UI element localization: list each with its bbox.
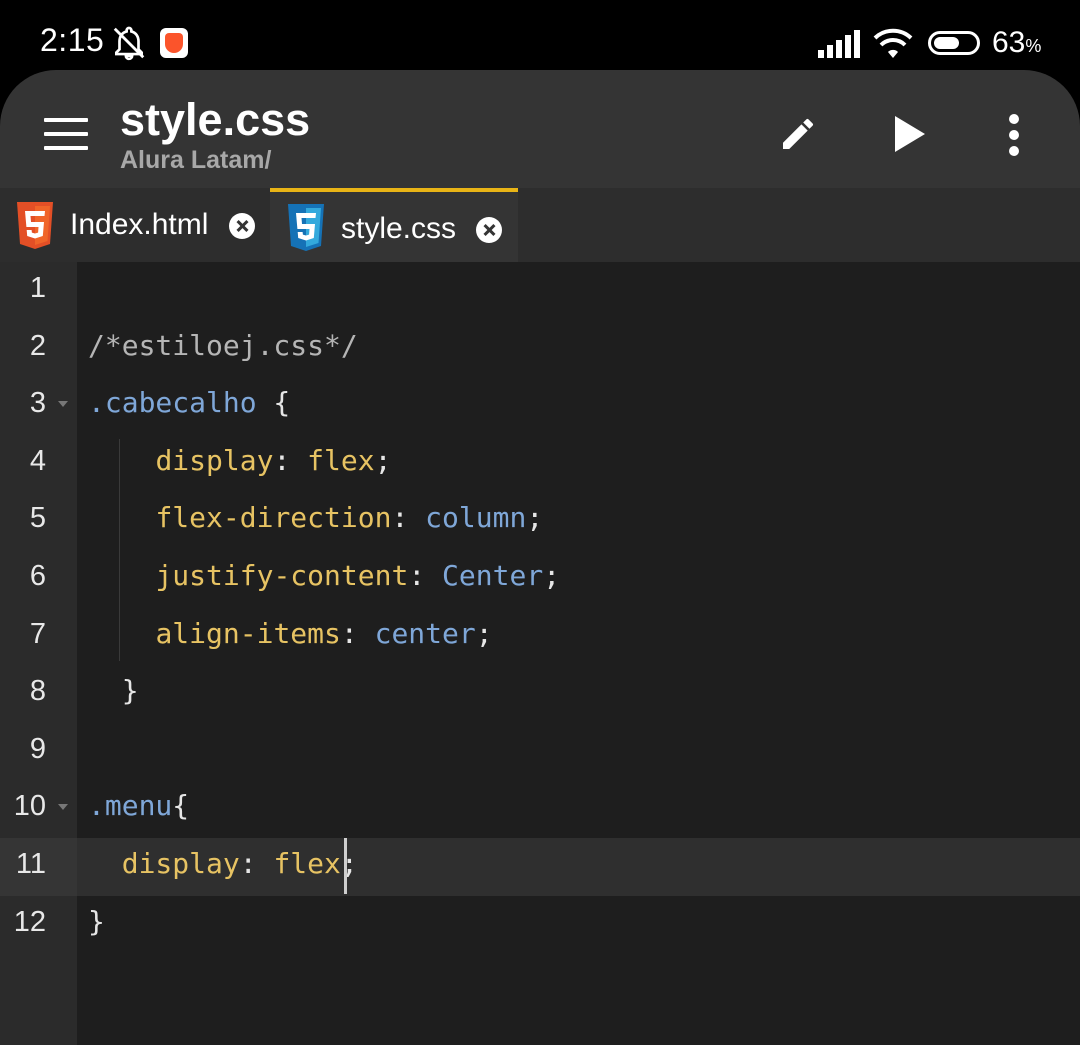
project-path: Alura Latam/ [120,146,272,174]
line-number: 1 [0,262,77,320]
status-time: 2:15 [40,22,105,58]
code-token-punc: ; [475,616,493,650]
code-token-punc [88,501,155,534]
line-number: 7 [0,608,77,666]
brave-browser-icon [160,28,188,58]
code-line[interactable]: display: flex; [88,435,391,493]
line-number: 11 [0,838,77,896]
code-token-punc: : [391,501,426,535]
line-number-text: 10 [13,790,46,823]
tab-style-css[interactable]: style.css [270,188,518,262]
line-number: 10 [0,780,77,838]
line-number-text: 11 [15,848,46,880]
line-number: 3 [0,377,77,435]
code-line[interactable]: justify-content: Center; [88,550,560,608]
code-token-punc: ; [374,443,392,477]
app-bar: style.css Alura Latam/ [0,70,1080,188]
tab-label: Index.html [70,208,209,241]
code-token-prop: flex-direction [155,501,392,535]
line-number: 9 [0,723,77,781]
line-number: 5 [0,492,77,550]
line-number-text: 2 [29,329,46,362]
code-token-punc: } [88,674,139,708]
code-line[interactable]: /*estiloej.css*/ [88,320,358,378]
tab-index-html[interactable]: Index.html [0,188,270,262]
code-token-punc [88,617,155,650]
signal-icon [818,30,862,63]
code-token-sel: .menu [88,789,173,823]
code-token-prop: display [155,443,274,477]
code-token-kw: Center [442,559,544,592]
battery-icon [928,31,980,55]
line-number: 12 [0,896,77,954]
code-editor[interactable]: 1 2 3 4 5 6 7 8 9 10 11 12 /*estiloej.css*/.cabecal… [0,262,1080,1045]
code-token-punc: ; [526,501,544,535]
indent-guide [119,438,120,662]
wifi-icon [872,26,914,65]
pencil-icon[interactable] [778,114,818,159]
code-token-kw: center [374,616,476,650]
battery-level [934,37,960,49]
code-line[interactable]: } [88,665,139,723]
tab-bar: Index.html style.css [0,188,1080,262]
close-icon[interactable] [476,217,502,243]
code-token-punc: : [239,847,274,880]
code-token-punc: { [172,789,190,823]
code-line[interactable]: .cabecalho { [88,377,290,435]
fold-arrow-icon[interactable] [58,804,68,811]
code-token-punc [88,847,122,880]
page-title: style.css [120,94,311,145]
line-number-text: 7 [29,617,46,650]
notifications-muted-icon [110,24,148,67]
line-number-text: 5 [29,502,46,535]
menu-icon[interactable] [44,118,88,150]
code-line[interactable]: } [88,896,105,954]
code-token-punc: } [88,904,105,938]
html5-icon [14,202,56,255]
line-number-text: 3 [29,387,46,420]
code-token-punc: : [340,616,375,650]
code-token-punc: { [256,386,291,420]
line-number-text: 1 [29,272,46,304]
line-number: 8 [0,665,77,723]
line-number-text: 12 [13,905,46,938]
play-icon[interactable] [895,116,925,157]
close-icon[interactable] [229,213,255,239]
fold-arrow-icon[interactable] [58,401,68,408]
code-token-comment: /*estiloej.css*/ [88,328,358,362]
code-token-prop: justify-content [155,559,409,592]
code-token-punc [88,559,155,592]
line-number-text: 4 [29,444,46,477]
line-number-text: 9 [29,732,46,765]
code-token-punc: ; [543,559,561,592]
more-vert-icon[interactable] [1000,114,1028,161]
code-token-kw: column [425,501,527,535]
code-token-punc [88,444,155,477]
status-bar: 2:15 63% [0,0,1080,70]
code-line[interactable]: align-items: center; [88,608,493,666]
code-line[interactable]: flex-direction: column; [88,492,543,550]
line-number-text: 6 [29,560,46,592]
code-line[interactable]: .menu{ [88,780,189,838]
line-number: 2 [0,320,77,378]
code-line[interactable]: display: flex; [88,838,358,896]
code-token-punc: : [408,559,443,592]
code-token-val: flex [273,847,341,880]
tab-label: style.css [341,212,457,245]
line-number-gutter: 1 2 3 4 5 6 7 8 9 10 11 12 [0,262,77,1045]
battery-percent: 63% [992,26,1042,59]
line-number: 6 [0,550,77,608]
css3-icon [285,204,327,257]
code-token-val: flex [307,443,375,477]
code-token-punc: : [273,443,308,477]
line-number-text: 8 [29,675,46,708]
line-number: 4 [0,435,77,493]
code-token-sel: .cabecalho [88,386,257,420]
code-token-prop: display [121,847,240,880]
text-cursor [344,838,347,894]
code-token-prop: align-items [155,616,341,650]
